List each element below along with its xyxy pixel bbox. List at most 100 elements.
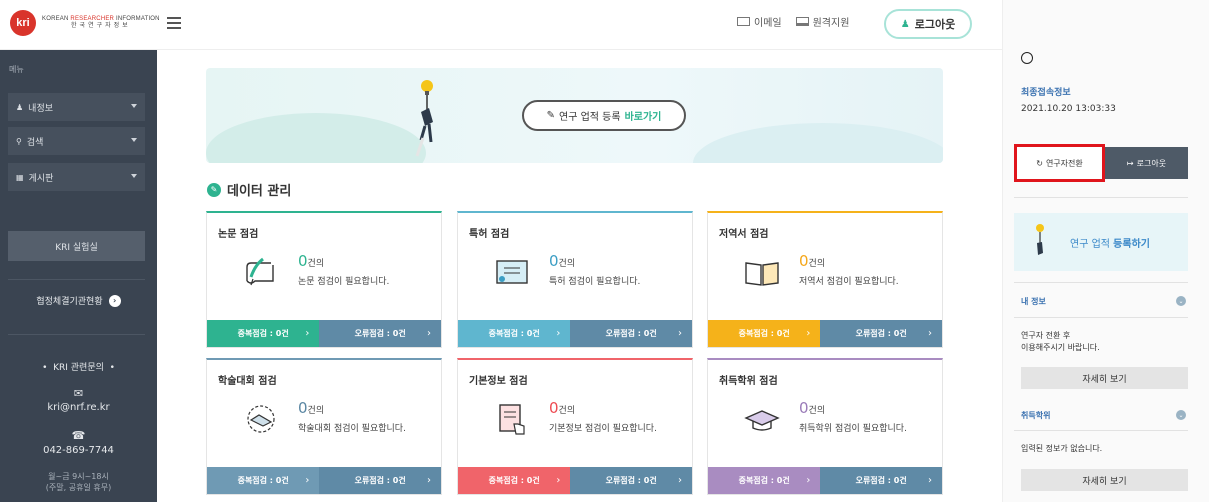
data-check-card: 기본정보 점검 0건의기본정보 점검이 필요합니다. 중복점검 : 0건 › 오류점검 … (457, 358, 693, 495)
data-check-card: 학술대회 점검 0건의 학술대회 점검이 필요합니다. 중복점검 : 0건 › 오류점검 … (206, 358, 442, 495)
logout-button[interactable]: ♟ 로그아웃 (884, 9, 972, 39)
card-title: 저역서 점검 (719, 229, 769, 240)
chevron-right-icon: › (928, 475, 932, 486)
card-description: 저역서 점검이 필요합니다. (799, 277, 899, 287)
switch-researcher-button[interactable]: ↻ 연구자전환 (1014, 144, 1105, 182)
error-check-button[interactable]: 오류점검 : 0건 › (820, 467, 942, 494)
research-register-go-button[interactable]: ✎ 연구 업적 등록 바로가기 (522, 100, 686, 131)
error-check-button[interactable]: 오류점검 : 0건 › (820, 320, 942, 347)
menu-title: 메뉴 (9, 65, 24, 74)
sidebar-item-search[interactable]: ⚲ 검색 (8, 127, 145, 155)
certificate-icon (492, 255, 532, 289)
card-count: 0건의 (799, 399, 826, 417)
board-icon: ▦ (16, 172, 24, 182)
graduation-cap-icon (742, 402, 782, 436)
my-info-more-button[interactable]: 자세히 보기 (1021, 367, 1188, 389)
card-description: 기본정보 점검이 필요합니다. (549, 424, 657, 434)
scroll-quill-icon (241, 255, 281, 289)
my-info-label: 내 정보 (1021, 297, 1046, 306)
degree-text: 입력된 정보가 없습니다. (1021, 444, 1103, 453)
kri-lab-button[interactable]: KRI 실험실 (8, 231, 145, 261)
card-description: 논문 점검이 필요합니다. (298, 277, 390, 287)
card-description: 학술대회 점검이 필요합니다. (298, 424, 406, 434)
data-check-card: 저역서 점검 0건의저역서 점검이 필요합니다. 중복점검 : 0건 › 오류점검 : … (707, 211, 943, 348)
duplicate-check-button[interactable]: 중복점검 : 0건 › (458, 320, 571, 347)
chevron-right-icon: › (678, 475, 682, 486)
hamburger-menu-icon[interactable] (167, 17, 181, 29)
caret-down-icon (131, 174, 137, 178)
monitor-icon (795, 17, 809, 26)
left-sidebar: 메뉴 ♟ 내정보 ⚲ 검색 ▦ 게시판 KRI 실험실 협정체결기관현황 › •… (0, 50, 157, 502)
chevron-right-icon: › (305, 475, 310, 486)
chevron-down-icon[interactable]: ⌄ (1176, 296, 1186, 306)
panel-logout-button[interactable]: ↦ 로그아웃 (1105, 147, 1188, 179)
degree-label: 취득학위 (1021, 411, 1051, 420)
card-count: 0건의 (298, 252, 325, 270)
card-title: 논문 점검 (218, 229, 259, 240)
error-check-button[interactable]: 오류점검 : 0건 › (319, 467, 441, 494)
error-check-button[interactable]: 오류점검 : 0건 › (319, 320, 441, 347)
pencil-icon: ✎ (546, 110, 555, 121)
duplicate-check-button[interactable]: 중복점검 : 0건 › (708, 467, 821, 494)
chevron-right-icon: › (427, 475, 431, 486)
research-register-mini-banner[interactable]: 연구 업적 등록하기 (1014, 213, 1188, 271)
chevron-right-icon: › (806, 475, 811, 486)
sidebar-item-board[interactable]: ▦ 게시판 (8, 163, 145, 191)
phone-icon: ☎ (71, 429, 86, 442)
pencil-circle-icon: ✎ (207, 182, 221, 197)
duplicate-check-button[interactable]: 중복점검 : 0건 › (458, 467, 571, 494)
person-icon: ♟ (900, 18, 910, 30)
contact-phone: 042-869-7744 (43, 445, 114, 456)
card-title: 기본정보 점검 (469, 376, 528, 387)
duplicate-check-button[interactable]: 중복점검 : 0건 › (708, 320, 821, 347)
sidebar-divider (8, 334, 145, 335)
data-check-card: 특허 점검 0건의특허 점검이 필요합니다. 중복점검 : 0건 › 오류점검 : 0건… (457, 211, 693, 348)
climber-lightbulb-icon (415, 80, 433, 157)
mail-icon (737, 17, 750, 26)
degree-more-button[interactable]: 자세히 보기 (1021, 469, 1188, 491)
card-count: 0건의 (799, 252, 826, 270)
chevron-down-icon[interactable]: ⌄ (1176, 410, 1186, 420)
handshake-laurel-icon (241, 402, 281, 436)
switch-icon: ↻ (1036, 158, 1043, 168)
last-access-date: 2021.10.20 13:03:33 (1021, 104, 1116, 114)
card-description: 특허 점검이 필요합니다. (549, 277, 641, 287)
last-access-label: 최종접속정보 (1021, 88, 1071, 98)
contact-email[interactable]: kri@nrf.re.kr (0, 402, 157, 413)
user-avatar-icon (1021, 52, 1033, 64)
card-title: 학술대회 점검 (218, 376, 277, 387)
data-check-card: 취득학위 점검 0건의 취득학위 점검이 필요합니다. 중복점검 : 0건 › 오류점검 … (707, 358, 943, 495)
card-count: 0건의 (549, 252, 576, 270)
envelope-icon: ✉ (73, 387, 84, 400)
contact-title: • KRI 관련문의 • (42, 363, 115, 373)
sidebar-item-my-info[interactable]: ♟ 내정보 (8, 93, 145, 121)
email-link[interactable]: 이메일 (737, 14, 782, 29)
logout-icon: ↦ (1126, 158, 1134, 168)
remote-support-link[interactable]: 원격지원 (795, 14, 849, 29)
open-book-icon (742, 255, 782, 289)
contact-hours: 월~금 9시~18시 (주말, 공휴일 휴무) (45, 472, 112, 493)
error-check-button[interactable]: 오류점검 : 0건 › (570, 320, 692, 347)
section-title: ✎ 데이터 관리 (207, 180, 291, 199)
my-info-text: 연구자 전환 후 이용해주시기 바랍니다. (1021, 331, 1100, 352)
card-count: 0건의 (549, 399, 576, 417)
top-bar: kri KOREAN RESEARCHER INFORMATION 한국연구자정… (0, 0, 1002, 50)
research-register-banner: ✎ 연구 업적 등록 바로가기 (206, 68, 943, 163)
card-description: 취득학위 점검이 필요합니다. (799, 424, 907, 434)
chevron-right-icon: › (427, 328, 431, 339)
person-icon: ♟ (16, 102, 24, 112)
chevron-right-icon: › (806, 328, 811, 339)
card-title: 특허 점검 (469, 229, 510, 240)
climber-lightbulb-icon (1036, 224, 1044, 255)
duplicate-check-button[interactable]: 중복점검 : 0건 › (207, 467, 320, 494)
data-check-card: 논문 점검 0건의논문 점검이 필요합니다. 중복점검 : 0건 › 오류점검 : 0건… (206, 211, 442, 348)
logo-korean-text: 한국연구자정보 (71, 22, 131, 29)
chevron-right-icon: › (928, 328, 932, 339)
arrow-right-circle-icon: › (108, 294, 121, 307)
duplicate-check-button[interactable]: 중복점검 : 0건 › (207, 320, 320, 347)
search-icon: ⚲ (16, 136, 22, 146)
kri-logo[interactable]: kri KOREAN RESEARCHER INFORMATION 한국연구자정… (10, 10, 160, 36)
agreement-institutions-link[interactable]: 협정체결기관현황 › (0, 294, 157, 307)
kri-logo-mark: kri (10, 10, 36, 36)
error-check-button[interactable]: 오류점검 : 0건 › (570, 467, 692, 494)
